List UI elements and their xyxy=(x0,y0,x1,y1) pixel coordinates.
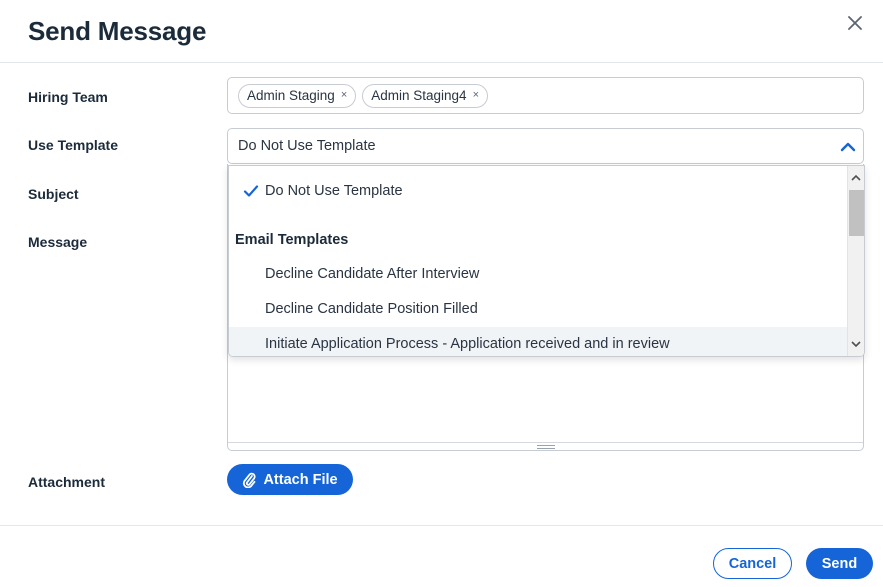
scrollbar-thumb[interactable] xyxy=(849,190,864,236)
dropdown-option-label: Initiate Application Process - Applicati… xyxy=(265,336,670,352)
chip-remove-icon[interactable]: × xyxy=(341,90,347,101)
template-dropdown-list: Do Not Use Template Email Templates Decl… xyxy=(228,165,865,357)
subject-label: Subject xyxy=(28,186,79,202)
chip-label: Admin Staging xyxy=(247,88,335,103)
template-select[interactable]: Do Not Use Template xyxy=(227,128,864,164)
chip-remove-icon[interactable]: × xyxy=(473,90,479,101)
chip-label: Admin Staging4 xyxy=(371,88,467,103)
scroll-down-arrow-icon[interactable] xyxy=(848,336,864,352)
header-divider xyxy=(0,62,883,63)
cancel-button[interactable]: Cancel xyxy=(713,548,792,579)
hiring-team-chip: Admin Staging × xyxy=(238,83,357,108)
hiring-team-input[interactable]: Admin Staging × Admin Staging4 × xyxy=(227,77,864,114)
attach-file-label: Attach File xyxy=(263,471,338,488)
dropdown-option[interactable]: Initiate Application Process - Applicati… xyxy=(229,327,849,356)
footer-divider xyxy=(0,525,883,526)
template-select-value: Do Not Use Template xyxy=(238,138,376,154)
dropdown-option[interactable]: Decline Candidate After Interview xyxy=(229,257,849,291)
attachment-label: Attachment xyxy=(28,474,106,490)
dropdown-option[interactable]: Decline Candidate Position Filled xyxy=(229,292,849,326)
dropdown-option-label: Do Not Use Template xyxy=(265,183,403,199)
attach-file-button[interactable]: Attach File xyxy=(227,464,353,495)
checkmark-icon xyxy=(243,185,259,197)
scroll-up-arrow-icon[interactable] xyxy=(848,170,864,186)
message-textarea[interactable] xyxy=(227,352,864,451)
dropdown-scrollbar[interactable] xyxy=(847,166,864,356)
resize-handle[interactable] xyxy=(228,442,863,450)
dropdown-option-label: Decline Candidate After Interview xyxy=(265,266,480,282)
send-button[interactable]: Send xyxy=(806,548,873,579)
dropdown-group-label: Email Templates xyxy=(235,232,349,248)
close-icon xyxy=(848,16,862,30)
use-template-label: Use Template xyxy=(28,137,118,153)
grip-icon xyxy=(536,444,555,449)
hiring-team-label: Hiring Team xyxy=(28,89,108,105)
hiring-team-chip: Admin Staging4 × xyxy=(362,83,488,108)
paperclip-icon xyxy=(243,472,256,488)
message-label: Message xyxy=(28,234,88,250)
dropdown-option-none[interactable]: Do Not Use Template xyxy=(229,174,849,208)
chevron-up-icon xyxy=(840,142,856,152)
dropdown-option-label: Decline Candidate Position Filled xyxy=(265,301,478,317)
close-button[interactable] xyxy=(844,12,866,34)
modal-title: Send Message xyxy=(28,16,207,46)
